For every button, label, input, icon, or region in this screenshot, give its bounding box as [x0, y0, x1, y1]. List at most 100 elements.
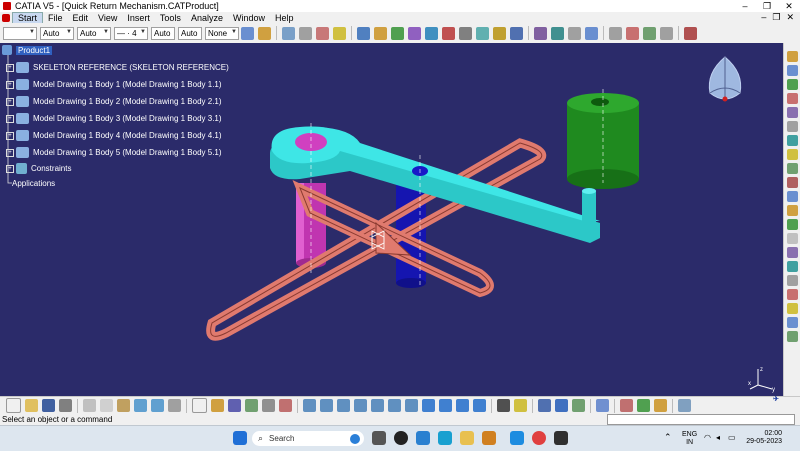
- menu-window[interactable]: Window: [228, 13, 270, 23]
- pan-icon[interactable]: [337, 399, 350, 412]
- copy-icon[interactable]: [100, 399, 113, 412]
- close-button[interactable]: ✕: [778, 1, 800, 12]
- fix-component-icon[interactable]: [425, 26, 438, 40]
- dmu-icon[interactable]: [637, 399, 650, 412]
- animation-icon[interactable]: [538, 399, 551, 412]
- design-table-icon[interactable]: [228, 399, 241, 412]
- chevron-up-icon[interactable]: ⌃: [664, 432, 672, 443]
- mail-icon[interactable]: [416, 431, 430, 445]
- shading-icon[interactable]: [439, 399, 452, 412]
- quick-constraint-icon[interactable]: [459, 26, 472, 40]
- hole-icon[interactable]: [786, 247, 798, 258]
- search-box[interactable]: ⌕ Search: [252, 431, 364, 446]
- update-icon[interactable]: [660, 26, 673, 40]
- normal-view-icon[interactable]: [405, 399, 418, 412]
- measure-icon[interactable]: [262, 399, 275, 412]
- multi-instantiation-icon[interactable]: [786, 191, 798, 202]
- clock[interactable]: 02:00 29-05-2023: [744, 430, 782, 446]
- catalog-browser-icon[interactable]: [596, 399, 609, 412]
- fly-mode-icon[interactable]: [303, 399, 316, 412]
- new-icon[interactable]: [6, 398, 21, 413]
- app-l-icon[interactable]: [438, 431, 452, 445]
- whats-this-icon[interactable]: [168, 399, 181, 412]
- flexible-subassembly-icon[interactable]: [476, 26, 489, 40]
- undo-icon[interactable]: [134, 399, 147, 412]
- point-symbol-combo[interactable]: Auto: [151, 26, 175, 40]
- 3d-viewport[interactable]: Product1 + SKELETON REFERENCE (SKELETON …: [0, 43, 783, 396]
- refresh-icon[interactable]: [678, 399, 691, 412]
- catia-doc-icon[interactable]: [2, 13, 10, 22]
- publication-icon[interactable]: [786, 317, 798, 328]
- analysis-icon[interactable]: [786, 331, 798, 342]
- line-width-combo[interactable]: — · 4 ▼: [114, 26, 148, 40]
- chrome-icon[interactable]: [532, 431, 546, 445]
- rendering-style-combo[interactable]: None ▼: [205, 26, 239, 40]
- paste-icon[interactable]: [117, 399, 130, 412]
- simulation-icon[interactable]: [555, 399, 568, 412]
- manipulation-icon[interactable]: [551, 26, 564, 40]
- menu-start[interactable]: Start: [12, 11, 44, 24]
- clash-icon[interactable]: [609, 26, 622, 40]
- battery-icon[interactable]: ▭: [728, 433, 736, 442]
- menu-tools[interactable]: Tools: [155, 13, 186, 23]
- menu-file[interactable]: File: [43, 13, 68, 23]
- cut-icon[interactable]: [83, 399, 96, 412]
- folder-icon[interactable]: [482, 431, 496, 445]
- painter-icon[interactable]: [241, 26, 254, 40]
- layer-combo[interactable]: Auto: [178, 26, 202, 40]
- start-icon[interactable]: [233, 431, 247, 445]
- snap-icon[interactable]: [568, 26, 581, 40]
- change-constraint-icon[interactable]: [493, 26, 506, 40]
- analysis-icon[interactable]: [620, 399, 633, 412]
- doc-minimize-button[interactable]: –: [761, 12, 766, 23]
- existing-positioning-icon[interactable]: [786, 107, 798, 118]
- selective-load-icon[interactable]: [786, 163, 798, 174]
- formula-icon[interactable]: [192, 398, 207, 413]
- zoom-out-icon[interactable]: [388, 399, 401, 412]
- fast-multi-instantiation-icon[interactable]: [786, 205, 798, 216]
- clash-detect-icon[interactable]: [572, 399, 585, 412]
- replace-icon[interactable]: [316, 26, 329, 40]
- menu-analyze[interactable]: Analyze: [186, 13, 228, 23]
- rotate-icon[interactable]: [354, 399, 367, 412]
- color-combo[interactable]: ▼: [3, 26, 37, 40]
- transparency-combo[interactable]: Auto ▼: [40, 26, 74, 40]
- menu-help[interactable]: Help: [270, 13, 299, 23]
- mechanism-model[interactable]: [0, 43, 783, 396]
- file-explorer-icon[interactable]: [460, 431, 474, 445]
- new-part-icon[interactable]: [786, 79, 798, 90]
- new-component-icon[interactable]: [786, 51, 798, 62]
- edge-icon[interactable]: [510, 431, 524, 445]
- reorder-icon[interactable]: [786, 135, 798, 146]
- iso-view-icon[interactable]: [422, 399, 435, 412]
- swap-space-icon[interactable]: [473, 399, 486, 412]
- compass-widget[interactable]: [704, 53, 746, 113]
- linetype-combo[interactable]: Auto ▼: [77, 26, 111, 40]
- monitor-icon[interactable]: [497, 399, 510, 412]
- pocket-icon[interactable]: [786, 261, 798, 272]
- explode-icon[interactable]: [534, 26, 547, 40]
- new-product-icon[interactable]: [786, 65, 798, 76]
- distance-icon[interactable]: [643, 26, 656, 40]
- existing-component-icon[interactable]: [786, 93, 798, 104]
- offset-constraint-icon[interactable]: [391, 26, 404, 40]
- product-tools-icon[interactable]: [282, 26, 295, 40]
- print-icon[interactable]: [59, 399, 72, 412]
- manage-rep-icon[interactable]: [333, 26, 346, 40]
- groove-icon[interactable]: [786, 275, 798, 286]
- knowledge-icon[interactable]: [245, 399, 258, 412]
- law-icon[interactable]: [211, 399, 224, 412]
- pen-icon[interactable]: [258, 26, 271, 40]
- wifi-icon[interactable]: ◠: [704, 433, 711, 442]
- menu-view[interactable]: View: [93, 13, 122, 23]
- maximize-button[interactable]: ❐: [756, 1, 778, 12]
- task-view-icon[interactable]: [372, 431, 386, 445]
- zoom-in-icon[interactable]: [371, 399, 384, 412]
- power-input-field[interactable]: [607, 414, 795, 425]
- doc-close-button[interactable]: ✕: [786, 12, 794, 23]
- doc-restore-button[interactable]: ❐: [772, 12, 780, 23]
- sectioning-icon[interactable]: [626, 26, 639, 40]
- stop-manipulate-icon[interactable]: [585, 26, 598, 40]
- sketch-icon[interactable]: [279, 399, 292, 412]
- redo-icon[interactable]: [151, 399, 164, 412]
